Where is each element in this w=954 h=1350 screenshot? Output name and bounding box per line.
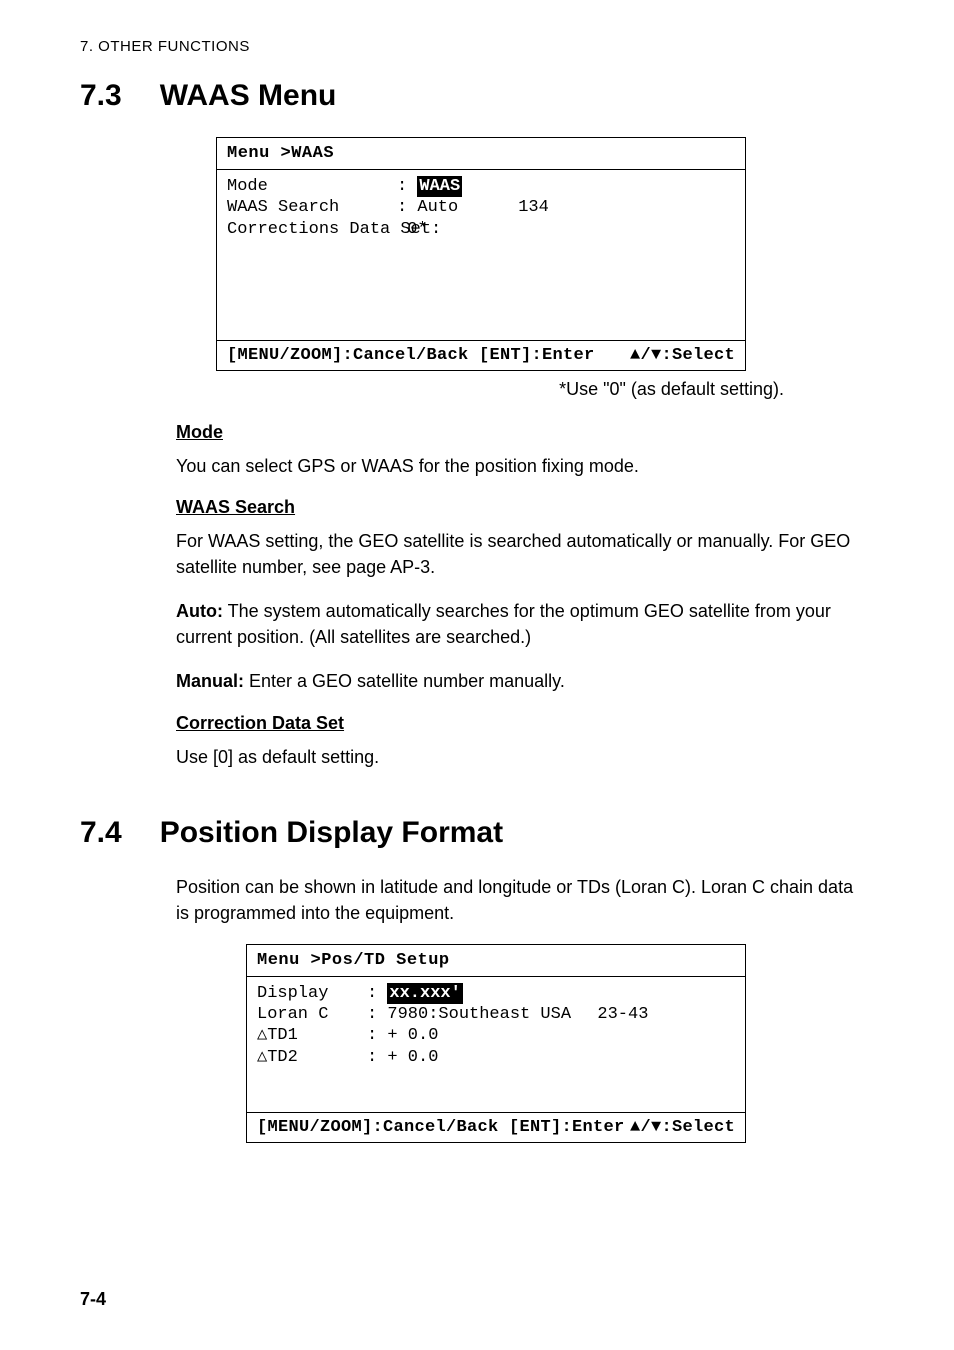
menu-row-waas-search: WAAS Search: Auto 134 <box>227 197 735 218</box>
menu-body: Display: xx.xxx' Loran C: 7980:Southeast… <box>247 977 745 1112</box>
section-number: 7.4 <box>80 816 122 850</box>
menu-row-loranc: Loran C: 7980:Southeast USA 23-43 <box>257 1004 735 1025</box>
menu-sep: : <box>367 1004 387 1025</box>
menu-value-td2: + 0.0 <box>387 1047 438 1068</box>
text-manual: Enter a GEO satellite number manually. <box>244 671 565 691</box>
page-header: 7. OTHER FUNCTIONS <box>80 38 874 55</box>
menu-footer-right: ▲/▼:Select <box>630 1118 735 1137</box>
menu-value-waas-search: Auto <box>417 197 458 218</box>
waas-menu-caption: *Use "0" (as default setting). <box>176 379 784 400</box>
menu-footer-left: [MENU/ZOOM]:Cancel/Back [ENT]:Enter <box>227 346 595 365</box>
subheading-waas-search: WAAS Search <box>176 497 864 518</box>
menu-label-mode: Mode <box>227 176 397 197</box>
menu-breadcrumb: Menu >Pos/TD Setup <box>247 945 745 977</box>
menu-value-corrections: 0* <box>407 219 427 240</box>
menu-value-display: xx.xxx' <box>387 983 462 1004</box>
menu-label-td1: △TD1 <box>257 1025 367 1046</box>
menu-row-display: Display: xx.xxx' <box>257 983 735 1004</box>
section-title: WAAS Menu <box>160 79 337 113</box>
menu-footer: [MENU/ZOOM]:Cancel/Back [ENT]:Enter ▲/▼:… <box>217 340 745 370</box>
menu-breadcrumb: Menu >WAAS <box>217 138 745 170</box>
menu-label-td2: △TD2 <box>257 1047 367 1068</box>
menu-extra-waas-search: 134 <box>518 197 549 218</box>
menu-label-corrections: Corrections Data Set: <box>227 219 397 240</box>
menu-row-td2: △TD2: + 0.0 <box>257 1047 735 1068</box>
menu-sep: : <box>397 176 417 197</box>
menu-row-td1: △TD1: + 0.0 <box>257 1025 735 1046</box>
para-position-intro: Position can be shown in latitude and lo… <box>176 874 864 926</box>
menu-row-corrections: Corrections Data Set: 0* <box>227 219 735 240</box>
menu-label-waas-search: WAAS Search <box>227 197 397 218</box>
section-7-3-content: Menu >WAAS Mode: WAAS WAAS Search: Auto 1… <box>176 137 864 770</box>
menu-body: Mode: WAAS WAAS Search: Auto 134 Correcti… <box>217 170 745 340</box>
menu-value-td1: + 0.0 <box>387 1025 438 1046</box>
menu-value-loranc: 7980:Southeast USA <box>387 1004 587 1025</box>
menu-footer-left: [MENU/ZOOM]:Cancel/Back [ENT]:Enter <box>257 1118 625 1137</box>
para-mode: You can select GPS or WAAS for the posit… <box>176 453 864 479</box>
subheading-mode: Mode <box>176 422 864 443</box>
section-title: Position Display Format <box>160 816 503 850</box>
menu-footer: [MENU/ZOOM]:Cancel/Back [ENT]:Enter ▲/▼:… <box>247 1112 745 1142</box>
menu-label-display: Display <box>257 983 367 1004</box>
subheading-correction-data-set: Correction Data Set <box>176 713 864 734</box>
menu-sep: : <box>367 983 387 1004</box>
menu-label-loranc: Loran C <box>257 1004 367 1025</box>
postd-menu-screenshot: Menu >Pos/TD Setup Display: xx.xxx' Lora… <box>246 944 746 1143</box>
label-manual: Manual: <box>176 671 244 691</box>
section-heading-7-3: 7.3 WAAS Menu <box>80 79 874 113</box>
waas-menu-screenshot: Menu >WAAS Mode: WAAS WAAS Search: Auto 1… <box>216 137 746 371</box>
para-correction-data-set: Use [0] as default setting. <box>176 744 864 770</box>
para-waas-search-auto: Auto: The system automatically searches … <box>176 598 864 650</box>
section-number: 7.3 <box>80 79 122 113</box>
menu-sep: : <box>367 1025 387 1046</box>
para-waas-search-manual: Manual: Enter a GEO satellite number man… <box>176 668 864 694</box>
menu-extra-loranc: 23-43 <box>597 1004 648 1025</box>
menu-footer-right: ▲/▼:Select <box>630 346 735 365</box>
menu-sep: : <box>367 1047 387 1068</box>
menu-row-mode: Mode: WAAS <box>227 176 735 197</box>
text-auto: The system automatically searches for th… <box>176 601 831 647</box>
page-number: 7-4 <box>80 1289 106 1310</box>
menu-value-mode: WAAS <box>417 176 462 197</box>
menu-sep: : <box>397 197 417 218</box>
menu-sep <box>397 219 407 240</box>
label-auto: Auto: <box>176 601 223 621</box>
section-heading-7-4: 7.4 Position Display Format <box>80 816 874 850</box>
para-waas-search-intro: For WAAS setting, the GEO satellite is s… <box>176 528 864 580</box>
section-7-4-content: Position can be shown in latitude and lo… <box>176 874 864 1143</box>
